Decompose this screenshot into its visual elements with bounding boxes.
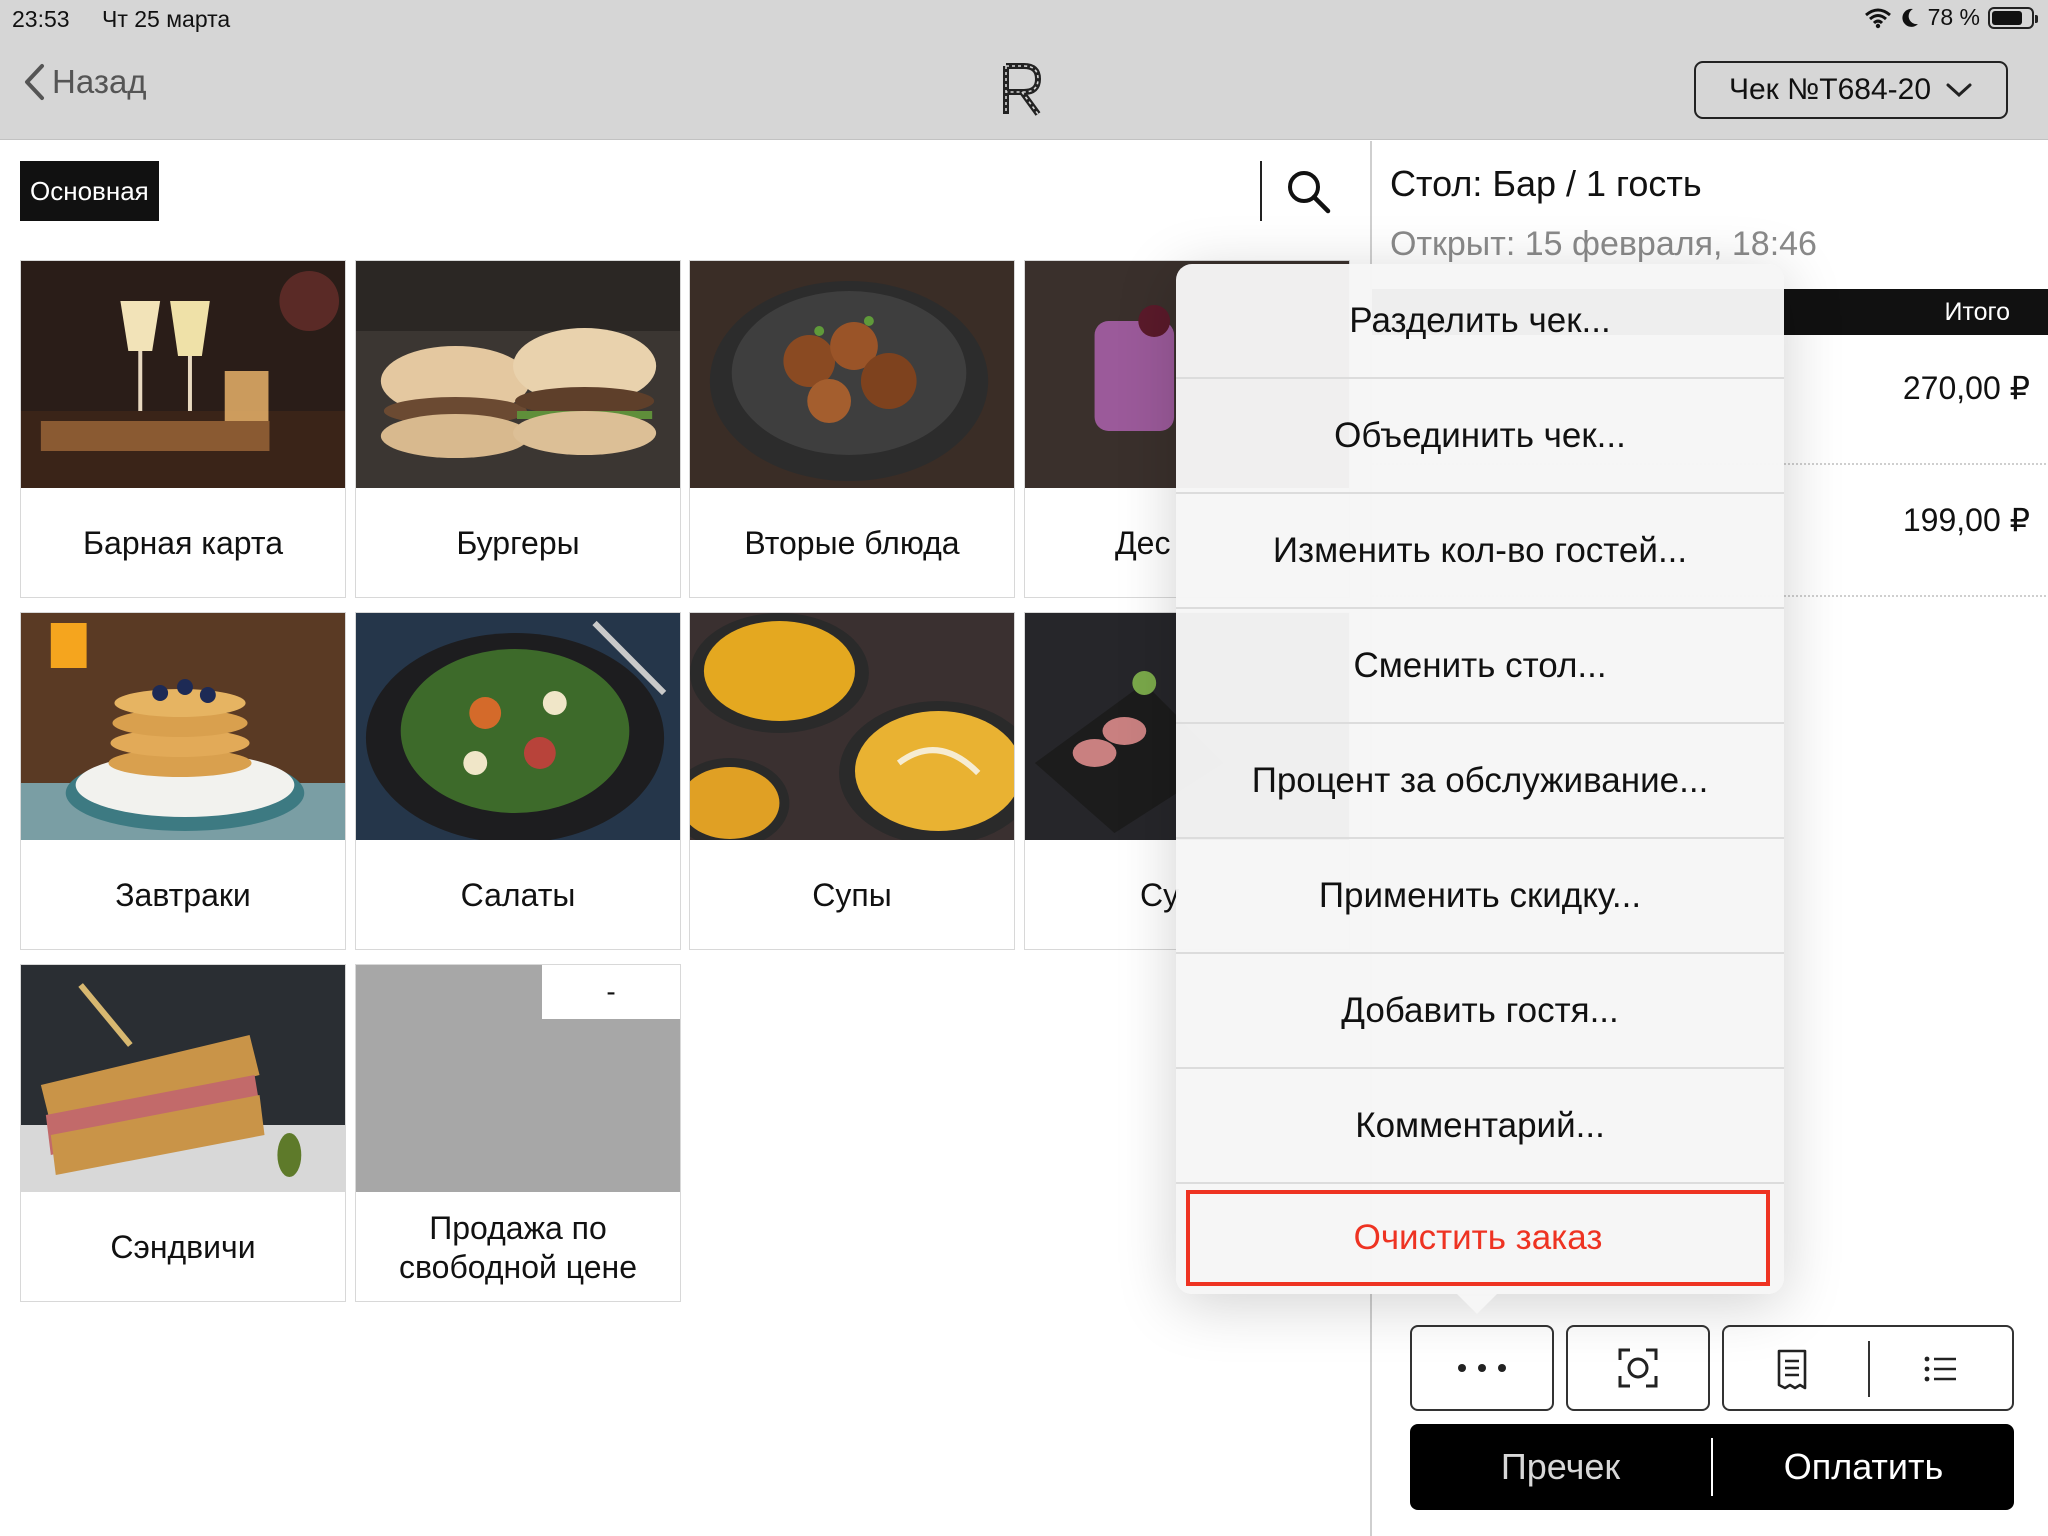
receipt-selector[interactable]: Чек №Т684-20	[1694, 61, 2008, 119]
category-photo	[21, 613, 345, 840]
receipt-icon[interactable]	[1776, 1348, 1808, 1392]
order-actions-menu: Разделить чек... Объединить чек... Измен…	[1176, 264, 1784, 1294]
search-icon[interactable]	[1282, 165, 1334, 217]
line-sum: 199,00 ₽	[1902, 502, 2030, 538]
category-tile[interactable]: - Продажа по свободной цене	[355, 964, 681, 1302]
divider	[1260, 161, 1262, 221]
opened-time: Открыт: 15 февраля, 18:46	[1390, 225, 1817, 263]
category-photo	[690, 613, 1014, 840]
category-label: Супы	[812, 877, 892, 914]
status-time: 23:53	[12, 6, 70, 32]
category-label: Сэндвичи	[110, 1229, 256, 1266]
moon-icon	[1901, 8, 1918, 27]
scan-button[interactable]	[1566, 1325, 1710, 1411]
menu-item-change-table[interactable]: Сменить стол...	[1176, 609, 1784, 724]
menu-item-split-check[interactable]: Разделить чек...	[1176, 264, 1784, 379]
pay-button[interactable]: Оплатить	[1713, 1424, 2014, 1510]
category-label: Барная карта	[83, 525, 283, 562]
status-indicators: 78 %	[1864, 4, 2038, 31]
category-tile[interactable]: Барная карта	[20, 260, 346, 598]
list-icon[interactable]	[1924, 1355, 1958, 1383]
more-actions-button[interactable]	[1410, 1325, 1554, 1411]
category-tile[interactable]: Вторые блюда	[689, 260, 1015, 598]
category-label: Продажа по свободной цене	[399, 1210, 637, 1285]
category-label: Салаты	[460, 877, 576, 914]
status-date: Чт 25 марта	[102, 6, 231, 32]
total-column-label: Итого	[1944, 297, 2010, 326]
category-label: Вторые блюда	[744, 525, 960, 562]
menu-item-change-guests[interactable]: Изменить кол-во гостей...	[1176, 494, 1784, 609]
back-button[interactable]: Назад	[22, 62, 147, 102]
category-tile[interactable]: Сэндвичи	[20, 964, 346, 1302]
battery-percent: 78 %	[1927, 4, 1980, 30]
menu-item-service-percent[interactable]: Процент за обслуживание...	[1176, 724, 1784, 839]
menu-item-clear-order[interactable]: Очистить заказ	[1186, 1190, 1770, 1286]
precheck-button[interactable]: Пречек	[1410, 1424, 1711, 1510]
menu-item-add-guest[interactable]: Добавить гостя...	[1176, 954, 1784, 1069]
category-label: Завтраки	[115, 877, 251, 914]
order-action-bar: Пречек Оплатить	[1410, 1424, 2014, 1510]
category-photo	[690, 261, 1014, 488]
chevron-down-icon	[1946, 83, 1972, 98]
category-tab-main[interactable]: Основная	[20, 161, 159, 221]
category-photo	[21, 965, 345, 1192]
category-tile[interactable]: Бургеры	[355, 260, 681, 598]
back-label: Назад	[52, 63, 147, 100]
receipt-number: Чек №Т684-20	[1728, 73, 1932, 106]
category-photo	[21, 261, 345, 488]
receipt-tools-group	[1722, 1325, 2014, 1411]
brand-logo	[1003, 63, 1041, 116]
battery-icon	[1988, 6, 2038, 29]
category-label: Бургеры	[456, 525, 580, 562]
menu-item-merge-check[interactable]: Объединить чек...	[1176, 379, 1784, 494]
wifi-icon	[1864, 8, 1891, 28]
category-photo	[356, 613, 680, 840]
table-title: Стол: Бар / 1 гость	[1390, 163, 1702, 204]
chevron-left-icon	[25, 64, 44, 100]
top-bar: 23:53 Чт 25 марта 78 % Назад Чек №Т684-2…	[0, 0, 2048, 140]
category-photo	[356, 261, 680, 488]
more-icon	[1458, 1364, 1506, 1372]
line-sum: 270,00 ₽	[1902, 370, 2030, 406]
divider	[1868, 1341, 1870, 1397]
scan-icon	[1618, 1348, 1658, 1388]
popover-arrow	[1455, 1292, 1499, 1314]
category-tile[interactable]: Салаты	[355, 612, 681, 950]
category-tile[interactable]: Завтраки	[20, 612, 346, 950]
menu-item-comment[interactable]: Комментарий...	[1176, 1069, 1784, 1184]
catalog: Основная Барная карта Бургеры Вторые блю…	[0, 141, 1370, 1536]
menu-item-apply-discount[interactable]: Применить скидку...	[1176, 839, 1784, 954]
category-tile[interactable]: Супы	[689, 612, 1015, 950]
price-badge: -	[542, 965, 680, 1019]
